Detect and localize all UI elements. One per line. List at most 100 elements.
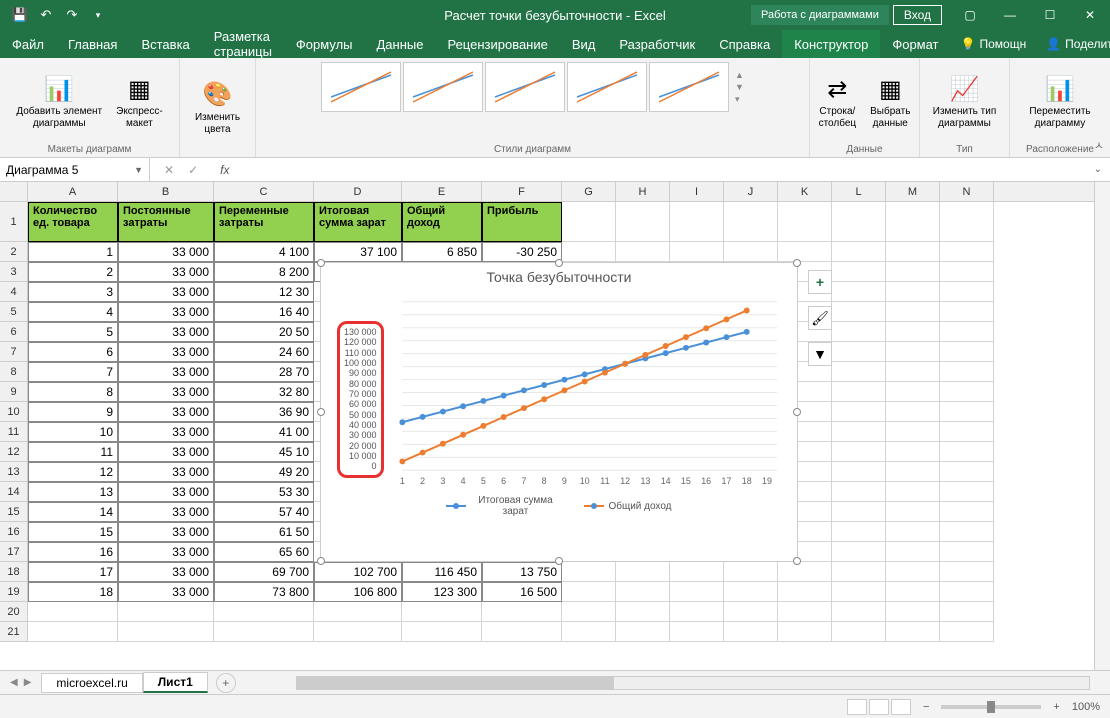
- cell[interactable]: 33 000: [118, 442, 214, 462]
- row-header[interactable]: 12: [0, 442, 28, 462]
- sheet-nav-next-icon[interactable]: ▶: [24, 677, 32, 688]
- cell[interactable]: [832, 602, 886, 622]
- cell[interactable]: 4: [28, 302, 118, 322]
- cell[interactable]: [28, 602, 118, 622]
- column-header[interactable]: B: [118, 182, 214, 201]
- zoom-level[interactable]: 100%: [1072, 701, 1100, 713]
- undo-icon[interactable]: ↶: [36, 5, 56, 25]
- cell[interactable]: [832, 242, 886, 262]
- cell[interactable]: 14: [28, 502, 118, 522]
- cell[interactable]: [940, 202, 994, 242]
- row-header[interactable]: 9: [0, 382, 28, 402]
- cell[interactable]: [940, 482, 994, 502]
- chart-handle[interactable]: [317, 259, 325, 267]
- accept-formula-icon[interactable]: ✓: [188, 163, 198, 177]
- cell[interactable]: [482, 622, 562, 642]
- tab-view[interactable]: Вид: [560, 30, 608, 58]
- cell[interactable]: [886, 242, 940, 262]
- cell[interactable]: [886, 322, 940, 342]
- cell[interactable]: [886, 582, 940, 602]
- cell[interactable]: [118, 602, 214, 622]
- cell[interactable]: [832, 442, 886, 462]
- chart-title[interactable]: Точка безубыточности: [321, 263, 797, 291]
- chart-handle[interactable]: [555, 259, 563, 267]
- zoom-slider[interactable]: [941, 705, 1041, 709]
- cell[interactable]: [724, 602, 778, 622]
- tab-help[interactable]: Справка: [707, 30, 782, 58]
- cell[interactable]: [886, 542, 940, 562]
- cell[interactable]: 4 100: [214, 242, 314, 262]
- cell[interactable]: [562, 562, 616, 582]
- cell[interactable]: [832, 302, 886, 322]
- chart-filters-button[interactable]: ▼: [808, 342, 832, 366]
- chart-handle[interactable]: [793, 259, 801, 267]
- tab-developer[interactable]: Разработчик: [607, 30, 707, 58]
- cell[interactable]: 36 90: [214, 402, 314, 422]
- cell[interactable]: [562, 202, 616, 242]
- view-break-icon[interactable]: [891, 699, 911, 715]
- cell[interactable]: [778, 202, 832, 242]
- row-header[interactable]: 17: [0, 542, 28, 562]
- cell[interactable]: [670, 242, 724, 262]
- cell[interactable]: [616, 622, 670, 642]
- cell[interactable]: 20 50: [214, 322, 314, 342]
- redo-icon[interactable]: ↷: [62, 5, 82, 25]
- cell[interactable]: [940, 402, 994, 422]
- tab-design[interactable]: Конструктор: [782, 30, 880, 58]
- cell[interactable]: 10: [28, 422, 118, 442]
- cell[interactable]: 33 000: [118, 342, 214, 362]
- cell[interactable]: [886, 402, 940, 422]
- cell[interactable]: [940, 382, 994, 402]
- cell[interactable]: [724, 202, 778, 242]
- cell[interactable]: [886, 622, 940, 642]
- cell[interactable]: [940, 422, 994, 442]
- cell[interactable]: Количество ед. товара: [28, 202, 118, 242]
- chart-object[interactable]: Точка безубыточности 1234567891011121314…: [320, 262, 798, 562]
- cell[interactable]: [886, 382, 940, 402]
- cell[interactable]: 12 30: [214, 282, 314, 302]
- cell[interactable]: [28, 622, 118, 642]
- cell[interactable]: Переменные затраты: [214, 202, 314, 242]
- cell[interactable]: [832, 542, 886, 562]
- cell[interactable]: [670, 562, 724, 582]
- tab-file[interactable]: Файл: [0, 30, 56, 58]
- cell[interactable]: [940, 362, 994, 382]
- quick-layout-button[interactable]: ▦Экспресс- макет: [112, 74, 167, 133]
- cell[interactable]: 106 800: [314, 582, 402, 602]
- column-header[interactable]: L: [832, 182, 886, 201]
- save-icon[interactable]: 💾: [10, 5, 30, 25]
- share-button[interactable]: 👤Поделиться: [1036, 30, 1110, 58]
- cell[interactable]: 57 40: [214, 502, 314, 522]
- column-header[interactable]: G: [562, 182, 616, 201]
- close-icon[interactable]: ✕: [1070, 0, 1110, 30]
- cell[interactable]: [886, 202, 940, 242]
- cell[interactable]: 33 000: [118, 302, 214, 322]
- row-header[interactable]: 11: [0, 422, 28, 442]
- cell[interactable]: 33 000: [118, 562, 214, 582]
- cell[interactable]: 33 000: [118, 402, 214, 422]
- add-chart-element-button[interactable]: 📊Добавить элемент диаграммы: [12, 74, 106, 133]
- cell[interactable]: Итоговая сумма зарат: [314, 202, 402, 242]
- row-header[interactable]: 5: [0, 302, 28, 322]
- cell[interactable]: [832, 202, 886, 242]
- cell[interactable]: [562, 602, 616, 622]
- cell[interactable]: [832, 582, 886, 602]
- horizontal-scrollbar[interactable]: [296, 676, 1090, 690]
- view-normal-icon[interactable]: [847, 699, 867, 715]
- cell[interactable]: 13: [28, 482, 118, 502]
- column-header[interactable]: M: [886, 182, 940, 201]
- chart-handle[interactable]: [555, 557, 563, 565]
- chart-plot-area[interactable]: 12345678910111213141516171819 130 000120…: [331, 291, 787, 491]
- cell[interactable]: [670, 602, 724, 622]
- cell[interactable]: [778, 562, 832, 582]
- cell[interactable]: [778, 582, 832, 602]
- name-box[interactable]: Диаграмма 5 ▼: [0, 158, 150, 181]
- cell[interactable]: [940, 262, 994, 282]
- cell[interactable]: [724, 582, 778, 602]
- cell[interactable]: [940, 602, 994, 622]
- row-header[interactable]: 2: [0, 242, 28, 262]
- cell[interactable]: -30 250: [482, 242, 562, 262]
- chart-style-2[interactable]: [403, 62, 483, 112]
- cell[interactable]: 102 700: [314, 562, 402, 582]
- cell[interactable]: [886, 462, 940, 482]
